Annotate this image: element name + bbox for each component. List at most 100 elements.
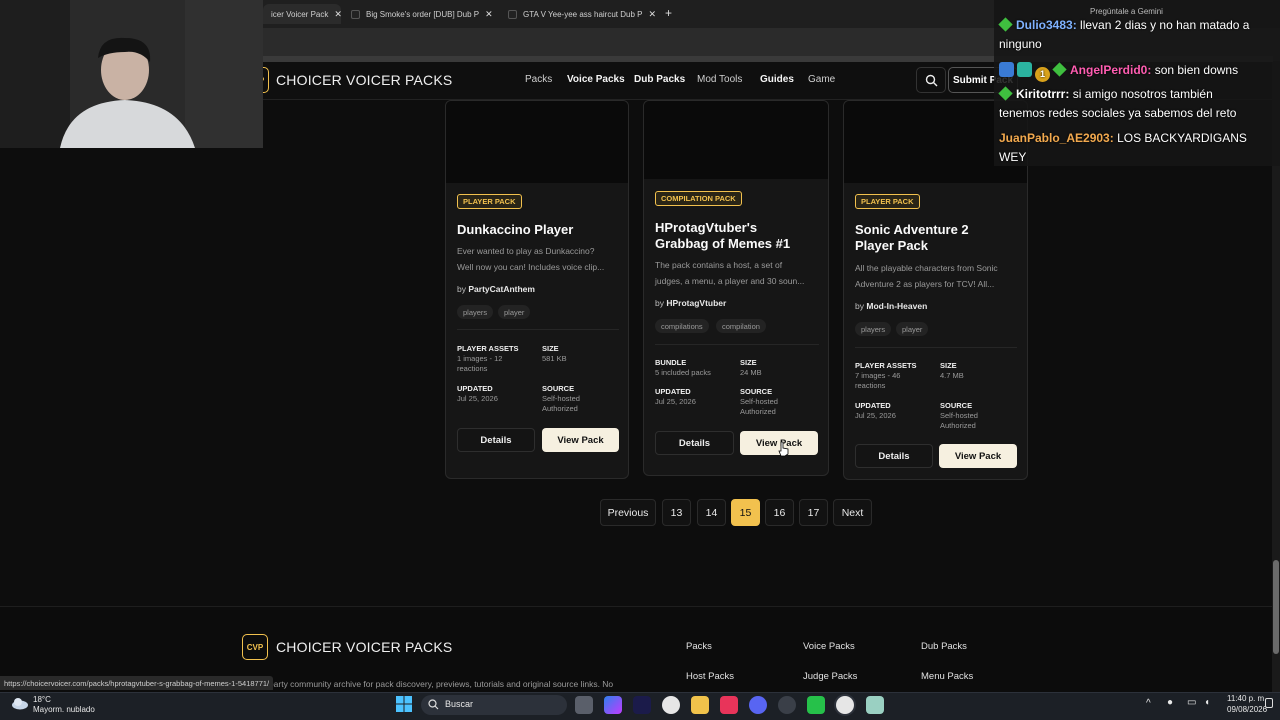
task-view-icon[interactable]	[575, 696, 593, 714]
discord-icon[interactable]	[749, 696, 767, 714]
clock-date[interactable]: 09/08/2026	[1227, 705, 1267, 714]
badge-gold-icon: 1	[1035, 67, 1050, 82]
footer-link[interactable]: Judge Packs	[803, 671, 857, 682]
pagination-page[interactable]: 14	[697, 499, 726, 526]
close-icon[interactable]: ✕	[328, 9, 341, 20]
nav-packs[interactable]: Packs	[525, 74, 552, 85]
chrome-icon[interactable]	[662, 696, 680, 714]
microphone-icon[interactable]: ●	[1167, 697, 1173, 708]
nav-voice-packs[interactable]: Voice Packs	[567, 74, 625, 85]
pagination-previous[interactable]: Previous	[600, 499, 656, 526]
chat-message: 1 AngelPerdid0: son bien downs	[999, 61, 1238, 82]
chat-username: JuanPablo_AE2903:	[999, 131, 1114, 145]
pack-author: by PartyCatAnthem	[457, 284, 535, 294]
notification-bell-icon[interactable]	[1265, 698, 1273, 708]
windows-start-icon[interactable]	[396, 696, 412, 712]
copilot-icon[interactable]	[604, 696, 622, 714]
close-icon[interactable]: ✕	[642, 9, 656, 20]
weather-cloud-icon[interactable]	[11, 696, 29, 710]
meta-value-line: reactions	[457, 364, 488, 373]
title-line: Sonic Adventure 2	[855, 222, 969, 237]
footer-logo-icon[interactable]: CVP	[242, 634, 268, 660]
tag-chip[interactable]: players	[457, 305, 494, 319]
chevron-up-icon[interactable]: ^	[1146, 698, 1151, 709]
clock-time[interactable]: 11:40 p. m.	[1227, 694, 1266, 703]
chat-text: ninguno	[999, 37, 1042, 51]
pack-thumbnail[interactable]	[644, 101, 828, 179]
tab-big-smoke[interactable]: Big Smoke's order [DUB] Dub P ✕	[343, 4, 495, 24]
pagination-page[interactable]: 13	[662, 499, 691, 526]
notepad-icon[interactable]	[866, 696, 884, 714]
favicon-icon	[351, 9, 360, 19]
search-button[interactable]	[916, 67, 946, 93]
footer-brand[interactable]: CHOICER VOICER PACKS	[276, 639, 452, 655]
tab-gta-v[interactable]: GTA V Yee-yee ass haircut Dub P ✕	[500, 4, 656, 24]
details-button[interactable]: Details	[457, 428, 535, 452]
meta-value-line: Authorized	[542, 404, 578, 413]
pack-title[interactable]: Dunkaccino Player	[457, 222, 622, 238]
new-tab-button[interactable]: +	[665, 6, 672, 20]
steam-icon[interactable]	[778, 696, 796, 714]
chrome-active-icon[interactable]	[836, 696, 854, 714]
pagination-next[interactable]: Next	[833, 499, 872, 526]
details-button[interactable]: Details	[655, 431, 734, 455]
tag-chip[interactable]: compilation	[716, 319, 766, 333]
tag-chip[interactable]: players	[855, 322, 892, 336]
pack-thumbnail[interactable]	[446, 101, 628, 183]
description-line: Adventure 2 as players for TCV! All...	[855, 279, 995, 289]
network-icon[interactable]: ▭	[1187, 697, 1196, 708]
badge-icon	[1017, 62, 1032, 77]
weather-desc[interactable]: Mayorm. nublado	[33, 705, 95, 714]
tag-chip[interactable]: player	[498, 305, 531, 319]
webcam-person-image	[0, 0, 263, 148]
author-name[interactable]: PartyCatAnthem	[468, 284, 535, 294]
meta-label: SOURCE	[740, 387, 773, 396]
nav-game[interactable]: Game	[808, 74, 835, 85]
weather-temp[interactable]: 18°C	[33, 695, 51, 704]
footer-link[interactable]: Menu Packs	[921, 671, 973, 682]
pagination-page[interactable]: 17	[799, 499, 828, 526]
meta-label: UPDATED	[457, 384, 493, 393]
view-pack-button[interactable]: View Pack	[939, 444, 1017, 468]
nav-mod-tools[interactable]: Mod Tools	[697, 74, 742, 85]
taskbar-search[interactable]	[421, 695, 567, 715]
scrollbar-thumb[interactable]	[1273, 560, 1279, 654]
brand-name[interactable]: CHOICER VOICER PACKS	[276, 72, 452, 88]
file-explorer-icon[interactable]	[691, 696, 709, 714]
close-icon[interactable]: ✕	[479, 9, 493, 20]
pack-title[interactable]: Sonic Adventure 2 Player Pack	[855, 222, 1025, 254]
footer-link[interactable]: Host Packs	[686, 671, 734, 682]
meta-label: SIZE	[940, 361, 957, 370]
tab-choicer-voicer[interactable]: icer Voicer Pack ✕	[263, 4, 341, 24]
badge-gem-icon	[998, 86, 1013, 101]
title-line: HProtagVtuber's	[655, 220, 758, 235]
author-name[interactable]: HProtagVtuber	[666, 298, 726, 308]
meta-label: BUNDLE	[655, 358, 687, 367]
divider	[655, 344, 819, 345]
tag-chip[interactable]: player	[896, 322, 929, 336]
details-button[interactable]: Details	[855, 444, 933, 468]
pack-title[interactable]: HProtagVtuber's Grabbag of Memes #1	[655, 220, 825, 252]
view-pack-button[interactable]: View Pack	[542, 428, 619, 452]
nav-dub-packs[interactable]: Dub Packs	[634, 74, 685, 85]
footer-link[interactable]: Dub Packs	[921, 641, 967, 652]
meta-value: 1 images - 12 reactions	[457, 354, 502, 374]
music-icon[interactable]	[720, 696, 738, 714]
author-name[interactable]: Mod-In-Heaven	[866, 301, 927, 311]
footer-link[interactable]: Packs	[686, 641, 712, 652]
footer-link[interactable]: Voice Packs	[803, 641, 855, 652]
chat-username: Kiritotrrr:	[1016, 87, 1070, 101]
gemini-hint[interactable]: Pregúntale a Gemini	[1090, 7, 1163, 16]
pagination-page[interactable]: 16	[765, 499, 794, 526]
tag-chip[interactable]: compilations	[655, 319, 709, 333]
pagination-page-current[interactable]: 15	[731, 499, 760, 526]
kick-icon[interactable]	[807, 696, 825, 714]
premiere-icon[interactable]	[633, 696, 651, 714]
chat-message: Dulio3483: llevan 2 dias y no han matado…	[998, 16, 1249, 35]
volume-icon[interactable]: ◖	[1204, 697, 1210, 708]
pack-description: The pack contains a host, a set of judge…	[655, 257, 825, 289]
chat-text: si amigo nosotros también	[1072, 87, 1213, 101]
pack-type-badge: PLAYER PACK	[855, 194, 920, 209]
taskbar-search-placeholder: Buscar	[445, 699, 474, 709]
nav-guides[interactable]: Guides	[760, 74, 794, 85]
